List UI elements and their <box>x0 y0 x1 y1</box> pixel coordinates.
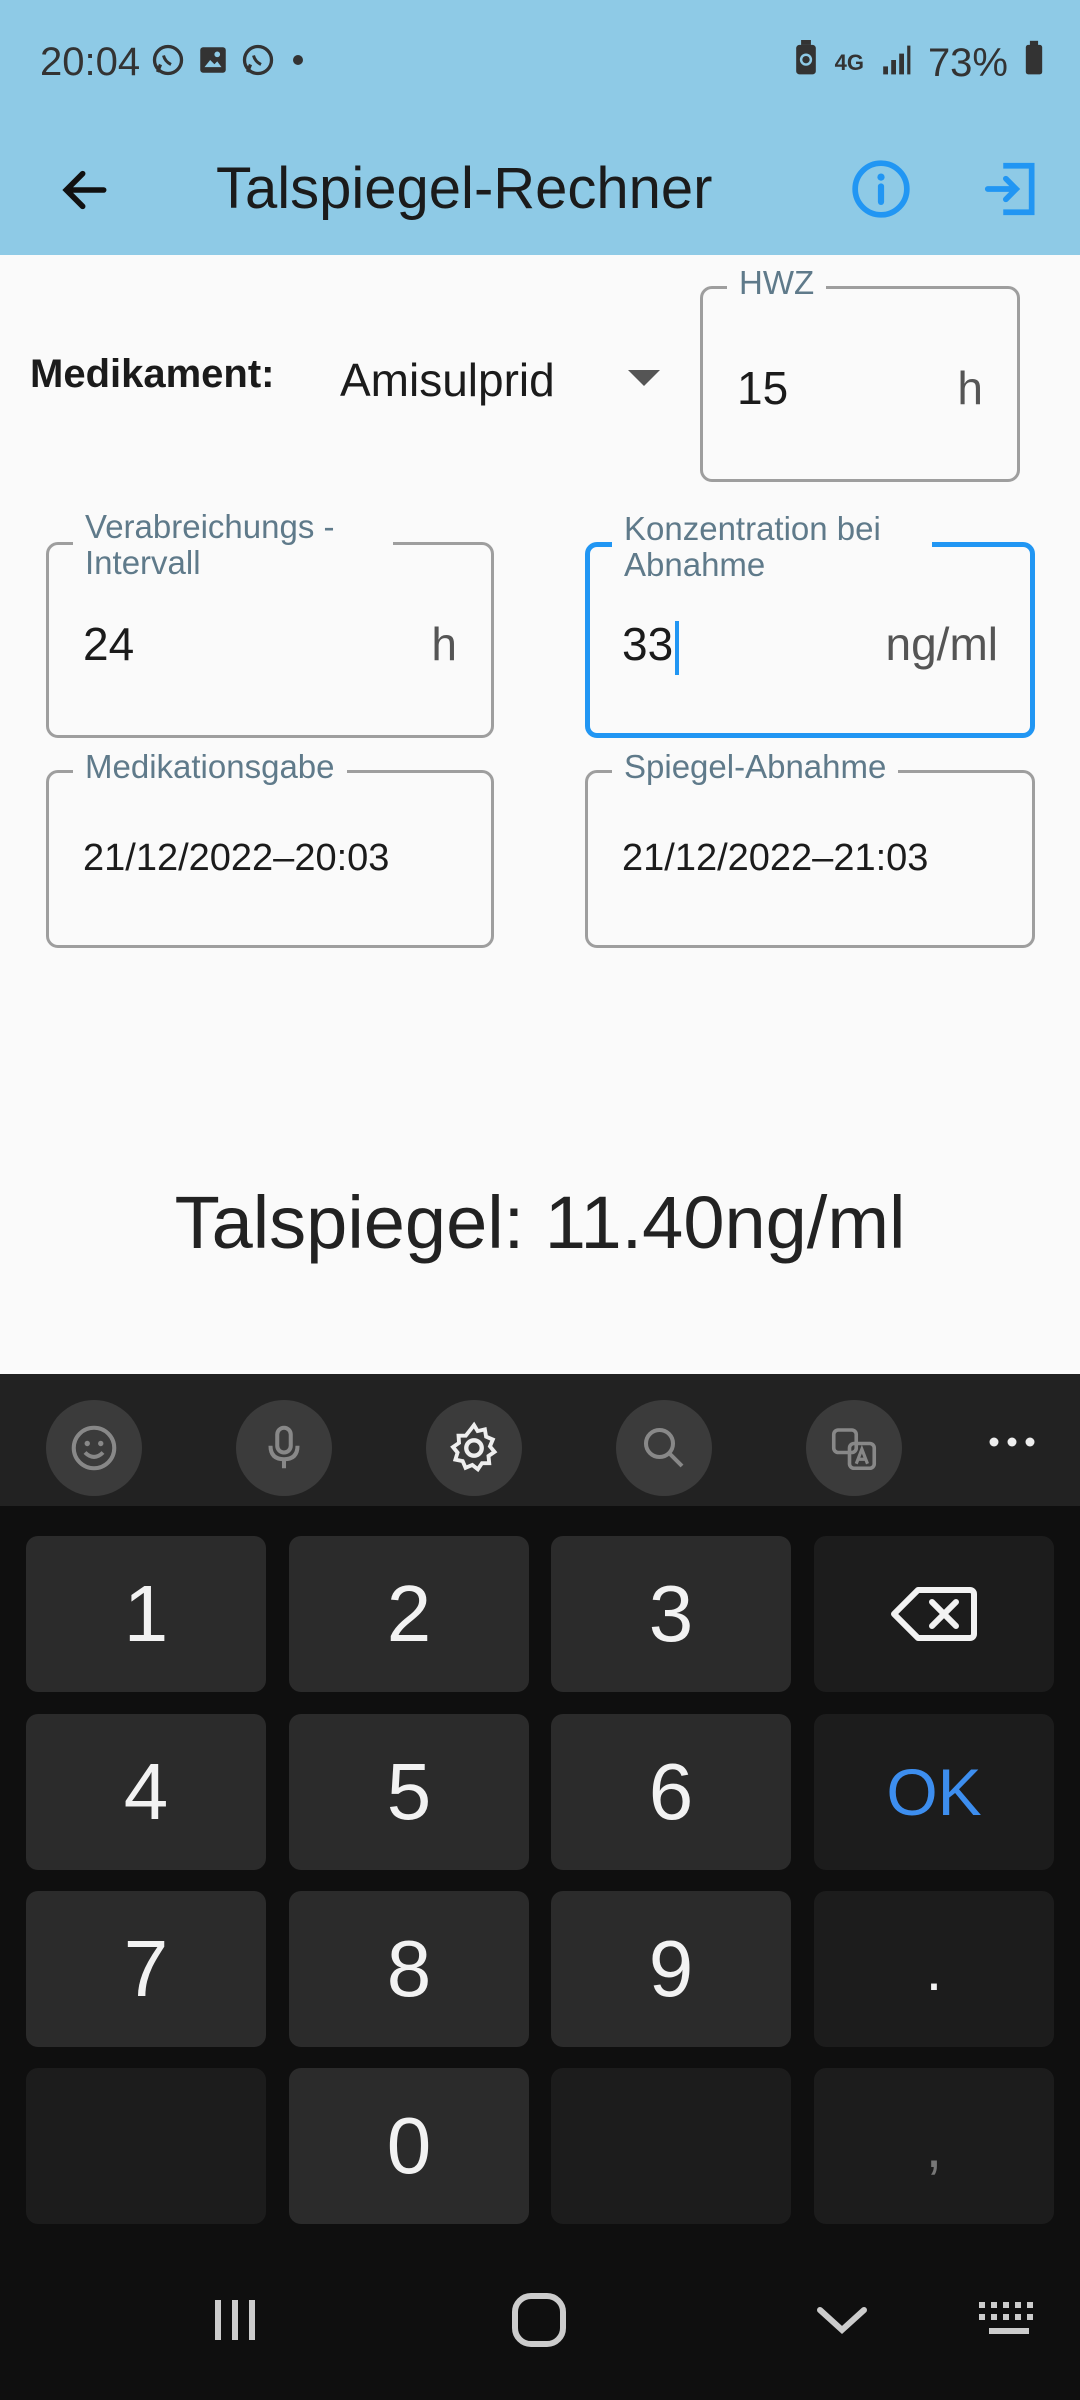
key-2[interactable]: 2 <box>289 1536 529 1692</box>
emoji-icon <box>71 1425 117 1471</box>
status-bar: 20:04 4G 73% <box>0 0 1080 125</box>
arrow-left-icon <box>62 170 107 210</box>
app-bar: Talspiegel-Rechner <box>0 125 1080 255</box>
sample-time-field[interactable]: Spiegel-Abnahme 21/12/2022–21:03 <box>585 749 1035 948</box>
page-title: Talspiegel-Rechner <box>216 156 713 221</box>
system-nav-bar <box>0 2240 1080 2400</box>
medication-time-value: 21/12/2022–20:03 <box>83 837 390 879</box>
key-5[interactable]: 5 <box>289 1714 529 1870</box>
dot-key[interactable]: . <box>814 1891 1054 2047</box>
concentration-value: 33 <box>622 618 674 670</box>
keyboard-search-button[interactable] <box>616 1400 712 1496</box>
medication-dropdown[interactable]: Amisulprid <box>340 340 660 420</box>
keyboard-toolbar <box>0 1374 1080 1506</box>
key-8[interactable]: 8 <box>289 1891 529 2047</box>
text-cursor <box>675 620 680 675</box>
exit-button[interactable] <box>975 143 1047 235</box>
ok-key[interactable]: OK <box>814 1714 1054 1870</box>
concentration-field[interactable]: Konzentration bei Abnahme 33 ng/ml <box>585 511 1035 738</box>
key-7[interactable]: 7 <box>26 1891 266 2047</box>
backspace-icon <box>891 1587 977 1641</box>
login-icon <box>984 162 1035 216</box>
app-header: 20:04 4G 73% Talspiegel-Rechner <box>0 0 1080 255</box>
key-9[interactable]: 9 <box>551 1891 791 2047</box>
key-4[interactable]: 4 <box>26 1714 266 1870</box>
status-time: 20:04 <box>40 40 141 84</box>
comma-key[interactable]: , <box>814 2068 1054 2224</box>
whatsapp-icon <box>240 42 276 83</box>
interval-field[interactable]: Verabreichungs - Intervall 24 h <box>46 509 494 738</box>
recent-apps-button[interactable] <box>190 2280 280 2360</box>
backspace-key[interactable] <box>814 1536 1054 1692</box>
medication-time-label: Medikationsgabe <box>73 749 347 785</box>
half-life-value: 15 <box>737 362 789 414</box>
key-6[interactable]: 6 <box>551 1714 791 1870</box>
battery-icon <box>1024 40 1044 86</box>
image-icon <box>196 43 230 82</box>
translate-icon <box>831 1428 877 1471</box>
voice-input-button[interactable] <box>236 1400 332 1496</box>
notification-dot-icon <box>286 48 310 77</box>
half-life-label: HWZ <box>727 265 827 301</box>
sample-time-label: Spiegel-Abnahme <box>612 749 899 785</box>
settings-icon <box>450 1421 498 1473</box>
half-life-field[interactable]: HWZ 15 h <box>700 265 1020 482</box>
medication-label: Medikament: <box>30 352 275 396</box>
home-icon <box>512 2293 566 2347</box>
concentration-input: 33 <box>622 617 680 675</box>
medication-value: Amisulprid <box>340 354 555 406</box>
key-3[interactable]: 3 <box>551 1536 791 1692</box>
hide-keyboard-button[interactable] <box>797 2280 887 2360</box>
signal-icon <box>880 41 912 86</box>
empty-key-right <box>551 2068 791 2224</box>
medication-time-field[interactable]: Medikationsgabe 21/12/2022–20:03 <box>46 749 494 948</box>
key-1[interactable]: 1 <box>26 1536 266 1692</box>
half-life-unit: h <box>957 362 983 414</box>
caret-down-icon <box>628 370 660 386</box>
microphone-icon <box>268 1425 300 1469</box>
more-options-button[interactable] <box>982 1412 1042 1472</box>
concentration-label: Konzentration bei Abnahme <box>612 511 932 583</box>
keyboard-switch-button[interactable] <box>964 2280 1054 2360</box>
recent-apps-icon <box>215 2300 255 2340</box>
interval-unit: h <box>431 618 457 670</box>
sample-time-value: 21/12/2022–21:03 <box>622 837 929 879</box>
interval-value: 24 <box>83 618 135 670</box>
whatsapp-icon <box>150 42 186 83</box>
more-icon <box>989 1437 1035 1447</box>
network-type-label: 4G <box>834 50 864 75</box>
chevron-down-icon <box>817 2307 867 2335</box>
keyboard-settings-button[interactable] <box>426 1400 522 1496</box>
key-0[interactable]: 0 <box>289 2068 529 2224</box>
search-icon <box>643 1427 684 1468</box>
battery-saver-icon <box>793 40 819 86</box>
empty-key-left <box>26 2068 266 2224</box>
info-icon <box>852 160 910 218</box>
battery-percentage: 73% <box>927 40 1008 85</box>
concentration-unit: ng/ml <box>885 618 998 670</box>
interval-label: Verabreichungs - Intervall <box>73 509 393 581</box>
system-icons: 4G 73% <box>793 40 1044 86</box>
trough-level-result: Talspiegel: 11.40ng/ml <box>174 1181 906 1264</box>
keyboard-icon <box>979 2302 1033 2334</box>
emoji-button[interactable] <box>46 1400 142 1496</box>
notification-icons <box>150 42 310 83</box>
info-button[interactable] <box>845 143 917 235</box>
translate-button[interactable] <box>806 1400 902 1496</box>
home-button[interactable] <box>494 2280 584 2360</box>
back-button[interactable] <box>50 145 120 235</box>
